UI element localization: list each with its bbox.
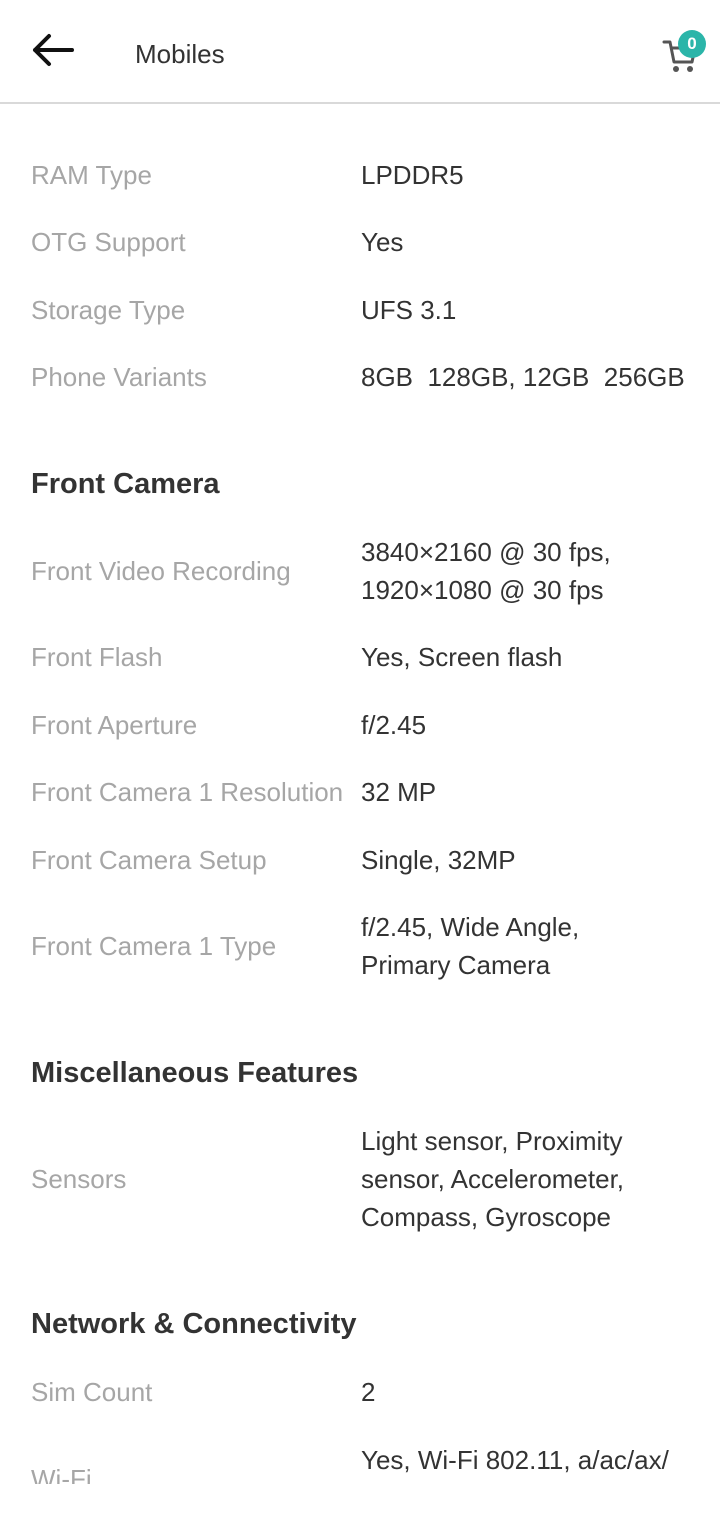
top-app-bar: Mobiles 0 xyxy=(0,0,720,104)
spec-value-line: 1920×1080 @ 30 fps xyxy=(361,575,604,605)
spec-value: 2 xyxy=(361,1377,376,1407)
spec-label: Front Video Recording xyxy=(31,556,291,586)
cart-button[interactable]: 0 xyxy=(656,28,712,78)
spec-label: OTG Support xyxy=(31,227,186,257)
app-screen: Mobiles 0 RAM Type LPDDR5 OTG Support Ye… xyxy=(0,0,720,1513)
back-button[interactable] xyxy=(24,26,80,78)
spec-label: Wi-Fi xyxy=(31,1464,92,1484)
page-title: Mobiles xyxy=(135,39,225,69)
spec-value: Yes, Screen flash xyxy=(361,642,563,672)
spec-label: Storage Type xyxy=(31,295,186,325)
spec-label: Sim Count xyxy=(31,1377,153,1407)
spec-label: Front Flash xyxy=(31,642,163,672)
spec-value-line: Light sensor, Proximity xyxy=(361,1126,623,1156)
spec-value: Single, 32MP xyxy=(361,845,516,875)
spec-label: Front Aperture xyxy=(31,710,198,740)
spec-value-line: f/2.45, Wide Angle, xyxy=(361,912,580,942)
spec-value-line: 3840×2160 @ 30 fps, xyxy=(361,537,611,567)
spec-value: Yes xyxy=(361,227,404,257)
spec-value-line: Primary Camera xyxy=(361,950,551,980)
spec-label: RAM Type xyxy=(31,160,152,190)
spec-value: f/2.45 xyxy=(361,710,427,740)
section-title-front-camera: Front Camera xyxy=(31,468,220,500)
section-title-miscellaneous-features: Miscellaneous Features xyxy=(31,1057,359,1089)
spec-value: 32 MP xyxy=(361,777,437,807)
cart-count-badge: 0 xyxy=(678,30,706,58)
spec-value-line: sensor, Accelerometer, xyxy=(361,1164,625,1194)
spec-label: Front Camera 1 Resolution xyxy=(31,777,344,807)
spec-list[interactable]: RAM Type LPDDR5 OTG Support Yes Storage … xyxy=(0,106,720,1484)
arrow-left-icon xyxy=(30,33,74,72)
spec-value: UFS 3.1 xyxy=(361,295,457,325)
section-title-network-connectivity: Network & Connectivity xyxy=(31,1308,357,1340)
spec-value: Yes, Wi-Fi 802.11, a/ac/ax/ xyxy=(361,1445,669,1475)
spec-value: 3840×2160 @ 30 fps, 1920×1080 @ 30 fps xyxy=(361,533,701,609)
spec-value: f/2.45, Wide Angle, Primary Camera xyxy=(361,908,701,984)
spec-value: LPDDR5 xyxy=(361,160,464,190)
spec-label: Sensors xyxy=(31,1164,127,1194)
spec-value: 8GB 128GB, 12GB 256GB xyxy=(361,362,685,392)
spec-label: Front Camera Setup xyxy=(31,845,267,875)
spec-label: Phone Variants xyxy=(31,362,207,392)
spec-value-line: Compass, Gyroscope xyxy=(361,1202,611,1232)
spec-label: Front Camera 1 Type xyxy=(31,931,277,961)
spec-value: Light sensor, Proximity sensor, Accelero… xyxy=(361,1122,701,1236)
